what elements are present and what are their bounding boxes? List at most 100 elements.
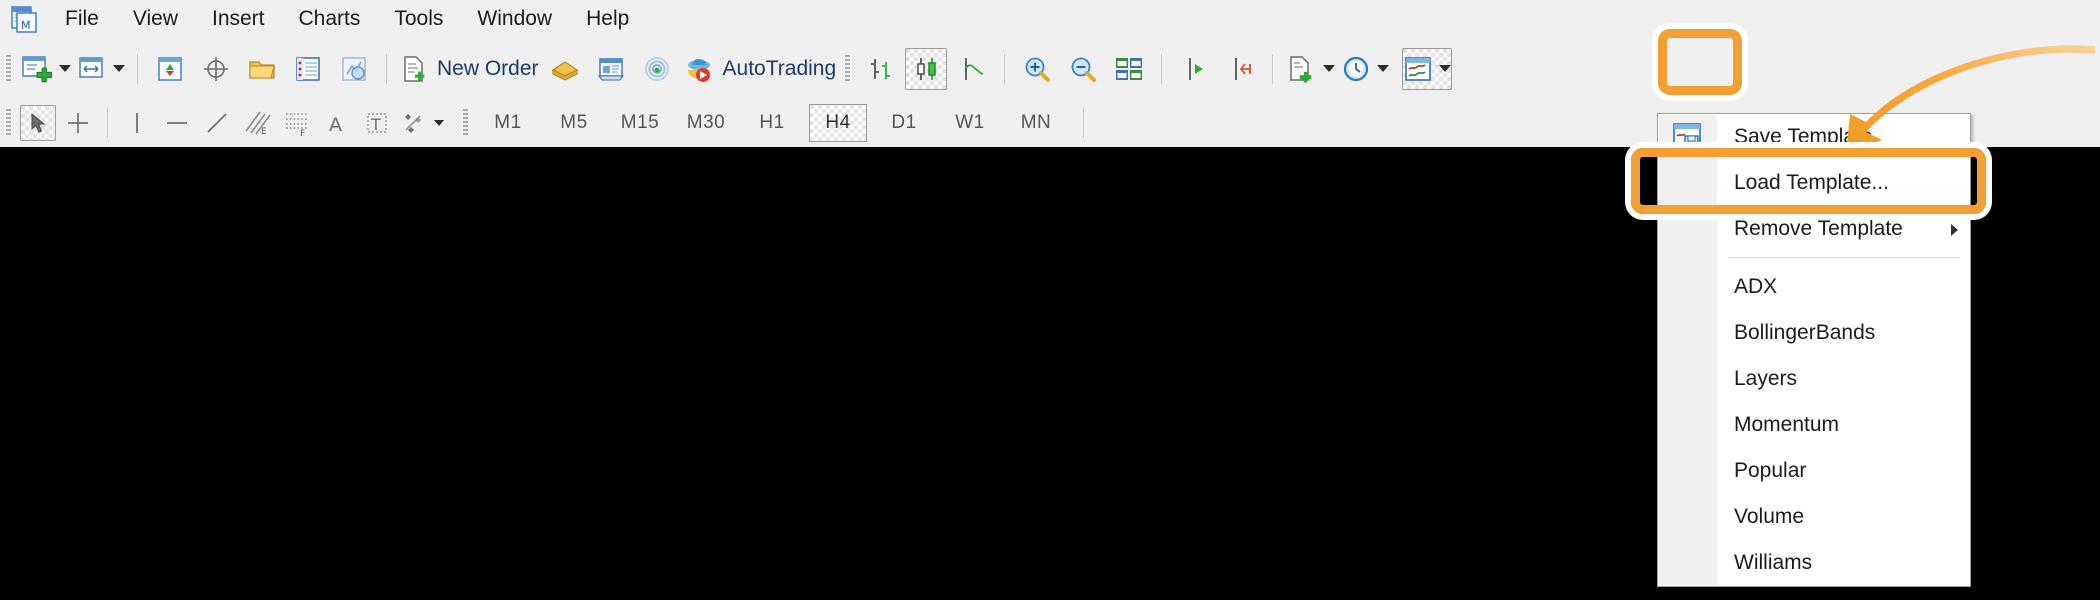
profiles-icon bbox=[79, 56, 103, 78]
toolbar-grip[interactable] bbox=[6, 54, 11, 83]
arrows-icon bbox=[405, 114, 421, 133]
terminal-button[interactable] bbox=[287, 48, 329, 90]
templates-dropdown-menu: Save Template Load Template... Remove Te… bbox=[1657, 113, 1971, 587]
menu-item-load-template[interactable]: Load Template... bbox=[1658, 160, 1970, 206]
toolbar-separator bbox=[1004, 53, 1006, 84]
timeframe-mn[interactable]: MN bbox=[1007, 104, 1065, 142]
arrows-tool[interactable] bbox=[399, 105, 445, 141]
text-label-icon: T bbox=[367, 113, 387, 134]
menu-item-label: BollingerBands bbox=[1734, 321, 1876, 344]
metaeditor-button[interactable] bbox=[544, 48, 586, 90]
menu-item-momentum[interactable]: Momentum bbox=[1658, 402, 1970, 448]
horizontal-line-tool[interactable] bbox=[159, 105, 195, 141]
indicators-button[interactable] bbox=[1284, 48, 1336, 90]
cursor-tool[interactable] bbox=[20, 105, 56, 141]
menu-item-view[interactable]: View bbox=[116, 0, 195, 38]
new-order-label: New Order bbox=[437, 56, 539, 80]
menu-item-file[interactable]: File bbox=[48, 0, 116, 38]
chevron-down-icon[interactable] bbox=[1377, 65, 1390, 72]
zoom-in-button[interactable] bbox=[1016, 48, 1058, 90]
auto-scroll-button[interactable] bbox=[1173, 48, 1215, 90]
text-label-tool[interactable]: T bbox=[359, 105, 395, 141]
crosshair-tool[interactable] bbox=[60, 105, 96, 141]
chevron-down-icon[interactable] bbox=[113, 65, 125, 72]
timeframe-h1[interactable]: H1 bbox=[743, 104, 801, 142]
candlestick-chart-button[interactable] bbox=[905, 47, 948, 90]
mql5-community-icon bbox=[597, 57, 624, 81]
tile-windows-button[interactable] bbox=[1108, 48, 1150, 90]
autotrading-button[interactable]: AutoTrading bbox=[682, 48, 838, 90]
fibonacci-retracement-tool[interactable]: F bbox=[279, 105, 315, 141]
trendline-icon bbox=[207, 113, 227, 133]
market-watch-icon bbox=[158, 56, 182, 81]
menu-item-insert[interactable]: Insert bbox=[195, 0, 282, 38]
mql5-community-button[interactable] bbox=[590, 48, 632, 90]
timeframe-d1[interactable]: D1 bbox=[875, 104, 933, 142]
chevron-down-icon[interactable] bbox=[1439, 65, 1452, 72]
text-tool[interactable]: A bbox=[319, 105, 355, 141]
profiles-button[interactable] bbox=[76, 48, 126, 90]
menu-separator bbox=[1728, 257, 1960, 258]
terminal-icon bbox=[296, 56, 320, 81]
menu-item-label: Save Template bbox=[1734, 125, 1873, 148]
equidistant-channel-icon: E bbox=[245, 111, 271, 137]
templates-button[interactable] bbox=[1402, 47, 1453, 90]
menu-item-volume[interactable]: Volume bbox=[1658, 494, 1970, 540]
auto-scroll-icon bbox=[1189, 57, 1204, 80]
equidistant-channel-tool[interactable]: E bbox=[239, 105, 275, 141]
menu-item-bollingerbands[interactable]: BollingerBands bbox=[1658, 310, 1970, 356]
chart-shift-icon bbox=[1235, 57, 1252, 80]
svg-text:E: E bbox=[261, 127, 267, 137]
new-chart-button[interactable] bbox=[20, 48, 72, 90]
toolbar-grip[interactable] bbox=[6, 109, 11, 137]
new-order-icon bbox=[404, 55, 425, 82]
menu-item-adx[interactable]: ADX bbox=[1658, 264, 1970, 310]
timeframe-m30[interactable]: M30 bbox=[677, 104, 735, 142]
bar-chart-button[interactable] bbox=[859, 48, 901, 90]
periods-button[interactable] bbox=[1340, 48, 1390, 90]
chart-shift-button[interactable] bbox=[1219, 48, 1261, 90]
toolbar-grip[interactable] bbox=[845, 54, 851, 83]
menu-item-remove-template[interactable]: Remove Template bbox=[1658, 206, 1970, 252]
menu-item-layers[interactable]: Layers bbox=[1658, 356, 1970, 402]
menu-item-popular[interactable]: Popular bbox=[1658, 448, 1970, 494]
menu-item-tools[interactable]: Tools bbox=[377, 0, 460, 38]
chevron-right-icon bbox=[1951, 224, 1958, 236]
metaeditor-icon bbox=[551, 60, 578, 81]
chevron-down-icon[interactable] bbox=[59, 65, 71, 72]
market-watch-button[interactable] bbox=[149, 48, 191, 90]
line-chart-button[interactable] bbox=[951, 48, 993, 90]
chevron-down-icon[interactable] bbox=[434, 120, 444, 126]
menu-item-label: Momentum bbox=[1734, 413, 1840, 436]
crosshair-window-icon bbox=[204, 56, 228, 81]
fibonacci-icon: F bbox=[286, 113, 308, 137]
menu-item-williams[interactable]: Williams bbox=[1658, 540, 1970, 586]
menu-item-save-template[interactable]: Save Template bbox=[1658, 114, 1970, 160]
signals-button[interactable] bbox=[636, 48, 678, 90]
chevron-down-icon[interactable] bbox=[1323, 65, 1336, 72]
autotrading-label: AutoTrading bbox=[722, 56, 837, 80]
data-window-button[interactable] bbox=[195, 48, 237, 90]
new-order-button[interactable]: New Order bbox=[398, 48, 540, 90]
timeframe-h4[interactable]: H4 bbox=[809, 104, 867, 142]
text-a-icon: A bbox=[329, 114, 342, 136]
toolbar-grip[interactable] bbox=[463, 109, 468, 137]
new-chart-icon bbox=[22, 55, 52, 82]
zoom-out-button[interactable] bbox=[1062, 48, 1104, 90]
toolbar-separator bbox=[1272, 53, 1274, 84]
trendline-tool[interactable] bbox=[199, 105, 235, 141]
svg-text:A: A bbox=[329, 114, 342, 136]
strategy-tester-button[interactable] bbox=[333, 48, 375, 90]
timeframe-w1[interactable]: W1 bbox=[941, 104, 999, 142]
navigator-button[interactable] bbox=[241, 48, 283, 90]
timeframe-m5[interactable]: M5 bbox=[545, 104, 603, 142]
toolbar-separator bbox=[386, 53, 387, 84]
menu-item-help[interactable]: Help bbox=[569, 0, 646, 38]
tile-windows-icon bbox=[1116, 57, 1143, 80]
menu-item-charts[interactable]: Charts bbox=[282, 0, 378, 38]
vertical-line-tool[interactable] bbox=[119, 105, 155, 141]
timeframe-m15[interactable]: M15 bbox=[611, 104, 669, 142]
menu-item-label: Volume bbox=[1734, 505, 1805, 528]
menu-item-window[interactable]: Window bbox=[460, 0, 569, 38]
timeframe-m1[interactable]: M1 bbox=[479, 104, 537, 142]
